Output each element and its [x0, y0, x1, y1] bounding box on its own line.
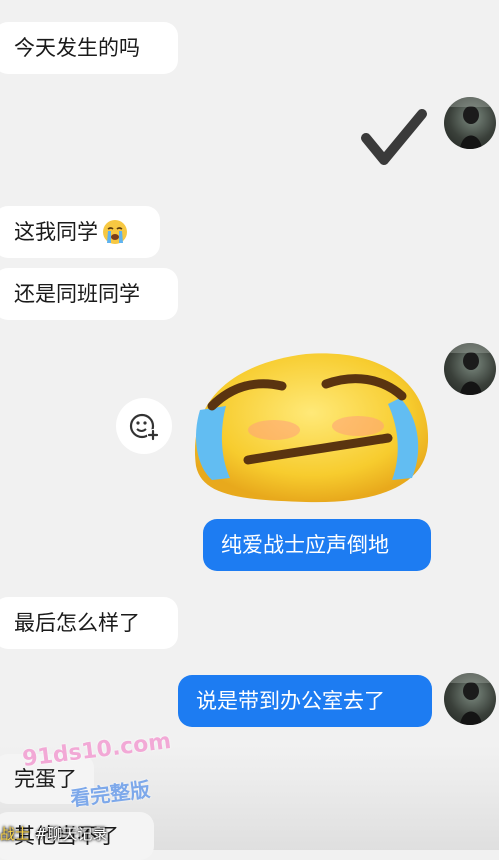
avatar-figure-icon — [444, 97, 496, 149]
message-text: 说是带到办公室去了 — [196, 688, 385, 713]
message-outgoing[interactable]: 纯爱战士应声倒地 — [203, 519, 431, 571]
caption-tag[interactable]: #聊天记录 — [30, 825, 108, 843]
add-reaction-button[interactable] — [116, 398, 172, 454]
message-text: 纯爱战士应声倒地 — [221, 532, 389, 557]
message-text: 这我同学 — [14, 219, 98, 244]
avatar[interactable] — [444, 343, 496, 395]
caption-prefix: 战士 — [0, 825, 31, 843]
avatar[interactable] — [444, 673, 496, 725]
avatar[interactable] — [444, 97, 496, 149]
message-incoming[interactable]: 这我同学 — [0, 206, 160, 258]
crying-sticker-icon[interactable] — [186, 346, 434, 506]
message-text: 还是同班同学 — [14, 281, 140, 306]
check-icon[interactable] — [360, 108, 428, 170]
message-incoming[interactable]: 最后怎么样了 — [0, 597, 178, 649]
message-outgoing[interactable]: 说是带到办公室去了 — [178, 675, 432, 727]
message-text: 今天发生的吗 — [14, 35, 140, 60]
message-text: 最后怎么样了 — [14, 610, 140, 635]
crying-emoji-icon — [103, 220, 127, 244]
video-caption: 战士 #聊天记录 — [0, 823, 107, 844]
add-reaction-icon — [129, 413, 159, 441]
message-incoming[interactable]: 还是同班同学 — [0, 268, 178, 320]
avatar-figure-icon — [444, 343, 496, 395]
message-incoming[interactable]: 今天发生的吗 — [0, 22, 178, 74]
avatar-figure-icon — [444, 673, 496, 725]
